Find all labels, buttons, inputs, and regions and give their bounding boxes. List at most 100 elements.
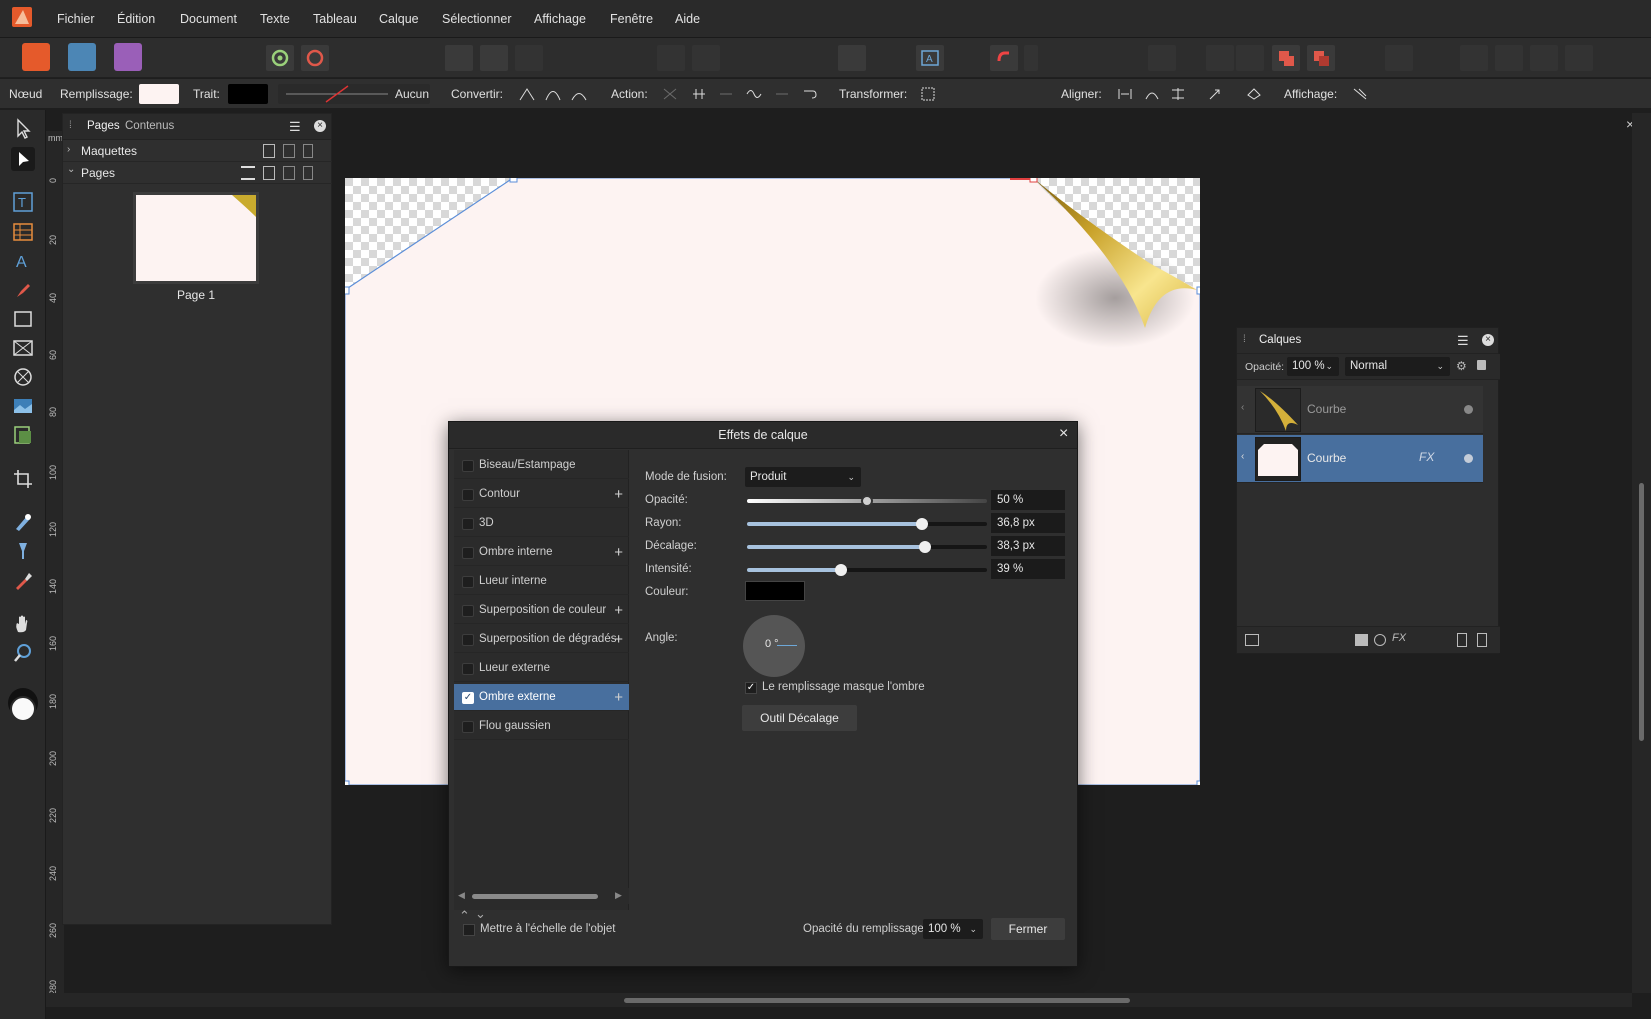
align-select-icon[interactable] (1205, 85, 1225, 103)
align-nodes-h-icon[interactable] (1115, 85, 1135, 103)
angle-dial[interactable]: 0 ° (743, 615, 805, 677)
page-view-icon[interactable] (445, 45, 473, 71)
transform-rotate-icon[interactable] (946, 85, 966, 103)
masters-section[interactable]: › Maquettes (63, 140, 333, 162)
radius-input[interactable]: 36,8 px (991, 513, 1065, 533)
fill-masks-checkbox[interactable]: ✓ (745, 682, 757, 694)
tab-contents[interactable]: Contenus (125, 120, 174, 132)
menu-tableau[interactable]: Tableau (313, 12, 357, 26)
align-nodes-curve-icon[interactable] (1142, 85, 1162, 103)
add-effect-icon[interactable]: + (614, 626, 623, 653)
effect-checkbox[interactable]: ✓ (462, 692, 474, 704)
effects-scroll-thumb[interactable] (472, 894, 598, 899)
scale-with-object-checkbox[interactable] (463, 924, 475, 936)
layer-settings-gear-icon[interactable]: ⚙ (1456, 359, 1467, 373)
crop-tool-icon[interactable] (11, 467, 35, 491)
photo-persona-icon[interactable] (68, 43, 96, 71)
transform-scale-icon[interactable] (974, 85, 994, 103)
text-frame-tool-icon[interactable]: T (11, 190, 35, 214)
layer-fx-icon[interactable]: FX (1392, 632, 1406, 644)
add-effect-icon[interactable]: + (614, 539, 623, 566)
convert-smooth-icon[interactable] (543, 85, 563, 103)
pages-section[interactable]: ⌄ Pages (63, 162, 333, 184)
menu-selectionner[interactable]: Sélectionner (442, 12, 512, 26)
pen-tool-icon[interactable] (11, 278, 35, 302)
node-tool-icon[interactable] (11, 147, 35, 171)
effect-checkbox[interactable] (462, 663, 474, 675)
action-close-icon[interactable] (716, 85, 736, 103)
effect-checkbox[interactable] (462, 605, 474, 617)
v-scroll-thumb[interactable] (1639, 483, 1644, 741)
opacity-slider[interactable] (747, 495, 987, 507)
effect-item[interactable]: Superposition de couleur + (454, 597, 629, 624)
transform-move-icon[interactable] (1002, 85, 1022, 103)
layer-expand-icon[interactable]: ‹ (1241, 402, 1244, 413)
effect-item[interactable]: 3D (454, 510, 629, 537)
layer-visibility-icon[interactable] (1464, 405, 1473, 414)
layer-row-2[interactable]: ‹ Courbe FX (1237, 435, 1483, 483)
action-smooth-icon[interactable] (744, 85, 764, 103)
place-image-tool-icon[interactable] (11, 423, 35, 447)
effect-item[interactable]: Biseau/Estampage (454, 452, 629, 479)
menu-edition[interactable]: Édition (117, 12, 155, 26)
opacity-input[interactable]: 50 % (991, 490, 1065, 510)
delete-master-icon[interactable] (303, 144, 313, 158)
intensity-slider[interactable] (747, 564, 987, 576)
menu-fenetre[interactable]: Fenêtre (610, 12, 653, 26)
delete-layer-icon[interactable] (1477, 633, 1487, 647)
menu-document[interactable]: Document (180, 12, 237, 26)
zoom-tool-icon[interactable] (11, 641, 35, 665)
action-split-icon[interactable] (772, 85, 792, 103)
effects-scrollbar[interactable]: ◀ ▶ (454, 888, 629, 904)
fill-color-well[interactable] (10, 696, 36, 722)
page-layout-icon[interactable] (241, 166, 255, 180)
layer-stack-icon[interactable] (1245, 634, 1259, 646)
move-down-icon[interactable]: ⌄ (475, 906, 486, 922)
arrange-fwd-icon[interactable] (1236, 45, 1264, 71)
add-page-icon[interactable] (263, 166, 275, 180)
layer-row-1[interactable]: ‹ Courbe (1237, 386, 1483, 434)
effect-item[interactable]: Lueur externe (454, 655, 629, 682)
radius-slider[interactable] (747, 518, 987, 530)
effect-item[interactable]: Flou gaussien (454, 713, 629, 740)
designer-persona-icon[interactable] (114, 43, 142, 71)
layers-menu-icon[interactable]: ☰ (1457, 333, 1469, 349)
align-smart-icon[interactable] (1244, 85, 1264, 103)
scroll-left-icon[interactable]: ◀ (458, 890, 465, 901)
offset-input[interactable]: 38,3 px (991, 536, 1065, 556)
action-break-icon[interactable] (660, 85, 680, 103)
effect-item[interactable]: Superposition de dégradés + (454, 626, 629, 653)
picture-frame-tool-icon[interactable] (11, 336, 35, 360)
scroll-right-icon[interactable]: ▶ (615, 890, 622, 901)
fill-tool-icon[interactable] (11, 510, 35, 534)
color-picker-tool-icon[interactable] (11, 568, 35, 592)
effect-item[interactable]: ✓ Ombre externe + (454, 684, 629, 711)
stroke-style-picker[interactable]: Aucun (278, 84, 430, 104)
image-tool-icon[interactable] (11, 394, 35, 418)
move-tool-icon[interactable] (11, 117, 35, 141)
menu-calque[interactable]: Calque (379, 12, 419, 26)
snapping-icon[interactable] (990, 45, 1018, 71)
menu-texte[interactable]: Texte (260, 12, 290, 26)
blend-mode-dropdown[interactable]: Normal ⌄ (1345, 357, 1450, 376)
preflight-icon[interactable] (301, 45, 329, 71)
effect-checkbox[interactable] (462, 576, 474, 588)
menu-affichage[interactable]: Affichage (534, 12, 586, 26)
transform1-icon[interactable] (1460, 45, 1488, 71)
view-nodes-icon[interactable] (1350, 85, 1370, 103)
adjustment-icon[interactable] (1374, 634, 1386, 646)
transform-box-icon[interactable] (918, 85, 938, 103)
transform2-icon[interactable] (1495, 45, 1523, 71)
layers-opacity-dropdown[interactable]: 100 % ⌄ (1287, 357, 1339, 376)
lock-icon[interactable] (1477, 360, 1486, 370)
layer-visibility-icon[interactable] (1464, 454, 1473, 463)
effect-item[interactable]: Ombre interne + (454, 539, 629, 566)
offset-slider[interactable] (747, 541, 987, 553)
effect-blend-dropdown[interactable]: Produit ⌄ (745, 467, 861, 487)
stroke-swatch[interactable] (228, 84, 268, 104)
panel-close-icon[interactable]: × (314, 120, 326, 132)
convert-smart-icon[interactable] (569, 85, 589, 103)
transform-skew-icon[interactable] (1030, 85, 1050, 103)
spread-view-icon[interactable] (480, 45, 508, 71)
opacity-slider-knob[interactable] (861, 495, 873, 507)
